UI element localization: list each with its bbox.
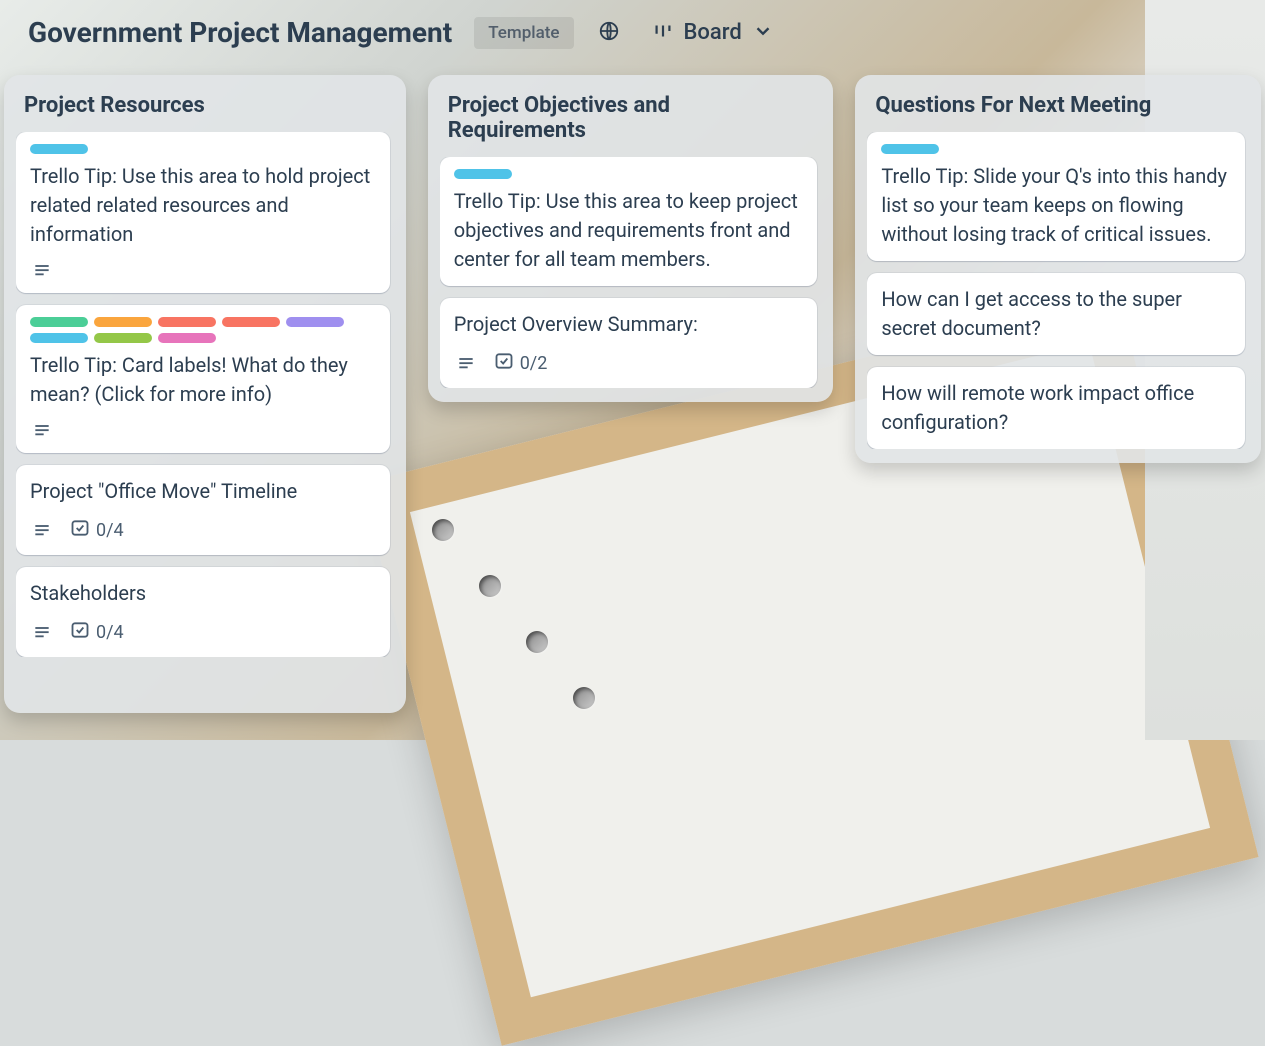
card-label-row bbox=[30, 317, 376, 343]
checklist-badge: 0/4 bbox=[70, 518, 124, 543]
card-badges: 0/2 bbox=[454, 351, 804, 376]
card-label[interactable] bbox=[30, 333, 88, 343]
card-label-row bbox=[881, 144, 1231, 154]
card-title: Project "Office Move" Timeline bbox=[30, 477, 376, 506]
card-label[interactable] bbox=[158, 333, 216, 343]
list: Project Objectives and Requirements Trell… bbox=[428, 75, 834, 402]
card[interactable]: Trello Tip: Slide your Q's into this han… bbox=[867, 132, 1245, 261]
card-badges bbox=[30, 421, 376, 441]
card-label[interactable] bbox=[454, 169, 512, 179]
globe-icon bbox=[598, 20, 620, 46]
cards-container[interactable]: Trello Tip: Slide your Q's into this han… bbox=[867, 132, 1249, 449]
card-label[interactable] bbox=[158, 317, 216, 327]
card[interactable]: Project "Office Move" Timeline 0/4 bbox=[16, 465, 390, 555]
card-badges: 0/4 bbox=[30, 620, 376, 645]
checklist-badge: 0/4 bbox=[70, 620, 124, 645]
checklist-icon bbox=[494, 351, 514, 376]
card-title: Trello Tip: Card labels! What do they me… bbox=[30, 351, 376, 409]
card[interactable]: How will remote work impact office confi… bbox=[867, 367, 1245, 449]
card[interactable]: Trello Tip: Use this area to hold projec… bbox=[16, 132, 390, 293]
cards-container[interactable]: Trello Tip: Use this area to keep projec… bbox=[440, 157, 822, 388]
checklist-count: 0/2 bbox=[520, 353, 548, 374]
card-label[interactable] bbox=[94, 317, 152, 327]
card-title: How will remote work impact office confi… bbox=[881, 379, 1231, 437]
board-view-icon bbox=[652, 20, 674, 46]
checklist-icon bbox=[70, 620, 90, 645]
card-title: Stakeholders bbox=[30, 579, 376, 608]
description-icon bbox=[32, 623, 52, 643]
card[interactable]: Stakeholders 0/4 bbox=[16, 567, 390, 657]
list-title[interactable]: Project Resources bbox=[16, 91, 394, 132]
card[interactable]: How can I get access to the super secret… bbox=[867, 273, 1245, 355]
view-switcher[interactable]: Board bbox=[644, 16, 782, 50]
list: Questions For Next Meeting Trello Tip: Sl… bbox=[855, 75, 1261, 463]
card[interactable]: Trello Tip: Use this area to keep projec… bbox=[440, 157, 818, 286]
checklist-count: 0/4 bbox=[96, 520, 124, 541]
card-title: Project Overview Summary: bbox=[454, 310, 804, 339]
list-title[interactable]: Questions For Next Meeting bbox=[867, 91, 1249, 132]
card-title: Trello Tip: Use this area to keep projec… bbox=[454, 187, 804, 274]
list-title[interactable]: Project Objectives and Requirements bbox=[440, 91, 822, 157]
card-badges: 0/4 bbox=[30, 518, 376, 543]
description-icon bbox=[32, 421, 52, 441]
description-icon bbox=[32, 521, 52, 541]
card-label[interactable] bbox=[94, 333, 152, 343]
checklist-badge: 0/2 bbox=[494, 351, 548, 376]
cards-container[interactable]: Trello Tip: Use this area to hold projec… bbox=[16, 132, 394, 657]
card-label-row bbox=[454, 169, 804, 179]
description-icon bbox=[32, 261, 52, 281]
checklist-icon bbox=[70, 518, 90, 543]
card[interactable]: Trello Tip: Card labels! What do they me… bbox=[16, 305, 390, 453]
card-label[interactable] bbox=[286, 317, 344, 327]
card-label[interactable] bbox=[222, 317, 280, 327]
card-badges bbox=[30, 261, 376, 281]
card-title: Trello Tip: Slide your Q's into this han… bbox=[881, 162, 1231, 249]
card-label-row bbox=[30, 144, 376, 154]
card-title: How can I get access to the super secret… bbox=[881, 285, 1231, 343]
list: Project Resources Trello Tip: Use this ar… bbox=[4, 75, 406, 713]
card-title: Trello Tip: Use this area to hold projec… bbox=[30, 162, 376, 249]
board-title[interactable]: Government Project Management bbox=[20, 12, 460, 53]
visibility-button[interactable] bbox=[588, 14, 630, 52]
card[interactable]: Project Overview Summary: 0/2 bbox=[440, 298, 818, 388]
card-label[interactable] bbox=[881, 144, 939, 154]
card-label[interactable] bbox=[30, 317, 88, 327]
description-icon bbox=[456, 354, 476, 374]
template-badge[interactable]: Template bbox=[474, 17, 573, 49]
card-label[interactable] bbox=[30, 144, 88, 154]
view-label: Board bbox=[684, 20, 742, 45]
chevron-down-icon bbox=[752, 20, 774, 46]
checklist-count: 0/4 bbox=[96, 622, 124, 643]
board-canvas[interactable]: Project Resources Trello Tip: Use this ar… bbox=[0, 65, 1265, 735]
board-header: Government Project Management Template B… bbox=[0, 0, 1265, 65]
